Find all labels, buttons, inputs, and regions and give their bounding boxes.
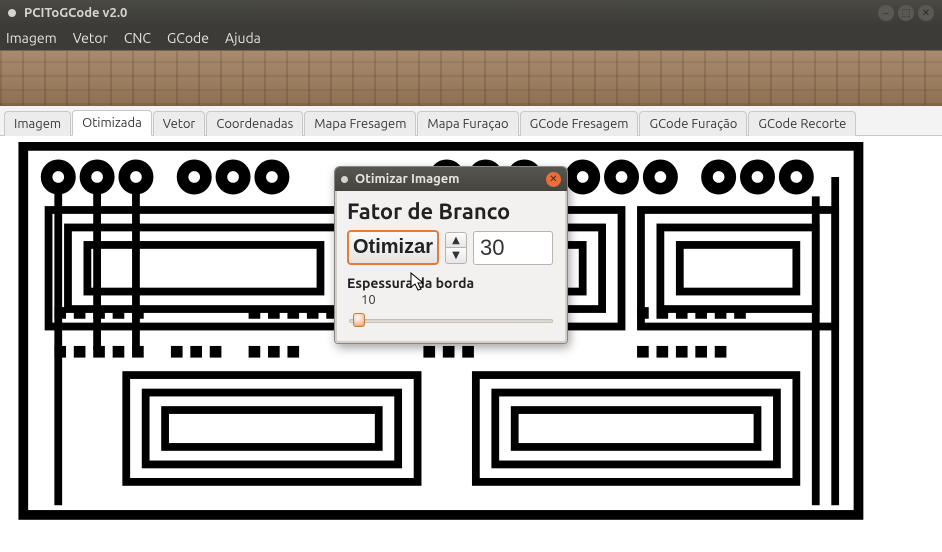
dialog-close-button[interactable]: ✕ xyxy=(546,172,561,187)
slider-track xyxy=(349,319,553,323)
window-title: PCIToGCode v2.0 xyxy=(24,6,878,20)
maximize-button[interactable]: ⬚ xyxy=(898,5,914,21)
tab-mapa-fresagem[interactable]: Mapa Fresagem xyxy=(304,111,416,136)
menu-ajuda[interactable]: Ajuda xyxy=(225,30,261,46)
dialog-titlebar[interactable]: Otimizar Imagem ✕ xyxy=(335,167,567,191)
tab-imagem[interactable]: Imagem xyxy=(4,111,71,136)
menu-bar: Imagem Vetor CNC GCode Ajuda xyxy=(0,26,942,50)
spinner-down-icon[interactable]: ▼ xyxy=(445,248,467,264)
tab-mapa-furacao[interactable]: Mapa Furaçao xyxy=(417,111,518,136)
dialog-bullet xyxy=(341,176,348,183)
menu-gcode[interactable]: GCode xyxy=(167,30,209,46)
tab-otimizada[interactable]: Otimizada xyxy=(72,110,152,136)
factor-spinner: ▲ ▼ xyxy=(445,232,467,264)
dialog-heading: Fator de Branco xyxy=(347,199,555,224)
tab-gcode-fresagem[interactable]: GCode Fresagem xyxy=(520,111,639,136)
tab-bar: Imagem Otimizada Vetor Coordenadas Mapa … xyxy=(0,106,942,136)
border-thickness-slider[interactable] xyxy=(347,311,555,329)
factor-input[interactable] xyxy=(473,231,553,265)
tab-gcode-recorte[interactable]: GCode Recorte xyxy=(748,111,856,136)
optimize-dialog: Otimizar Imagem ✕ Fator de Branco Otimiz… xyxy=(334,166,568,344)
menu-imagem[interactable]: Imagem xyxy=(6,30,57,46)
border-thickness-label: Espessura da borda xyxy=(347,275,555,291)
tab-gcode-furacao[interactable]: GCode Furação xyxy=(639,111,747,136)
tab-vetor[interactable]: Vetor xyxy=(153,111,206,136)
tab-coordenadas[interactable]: Coordenadas xyxy=(206,111,303,136)
menu-vetor[interactable]: Vetor xyxy=(73,30,108,46)
border-thickness-value: 10 xyxy=(347,293,555,307)
window-buttons: – ⬚ ✕ xyxy=(878,5,934,21)
minimize-button[interactable]: – xyxy=(878,5,894,21)
header-pcb-texture xyxy=(0,50,942,106)
menu-cnc[interactable]: CNC xyxy=(124,30,151,46)
slider-thumb[interactable] xyxy=(353,313,365,327)
dialog-title: Otimizar Imagem xyxy=(355,172,546,186)
close-button[interactable]: ✕ xyxy=(918,5,934,21)
window-titlebar: PCIToGCode v2.0 – ⬚ ✕ xyxy=(0,0,942,26)
spinner-up-icon[interactable]: ▲ xyxy=(445,232,467,248)
optimize-button[interactable]: Otimizar xyxy=(347,230,439,265)
titlebar-bullet xyxy=(8,9,16,17)
